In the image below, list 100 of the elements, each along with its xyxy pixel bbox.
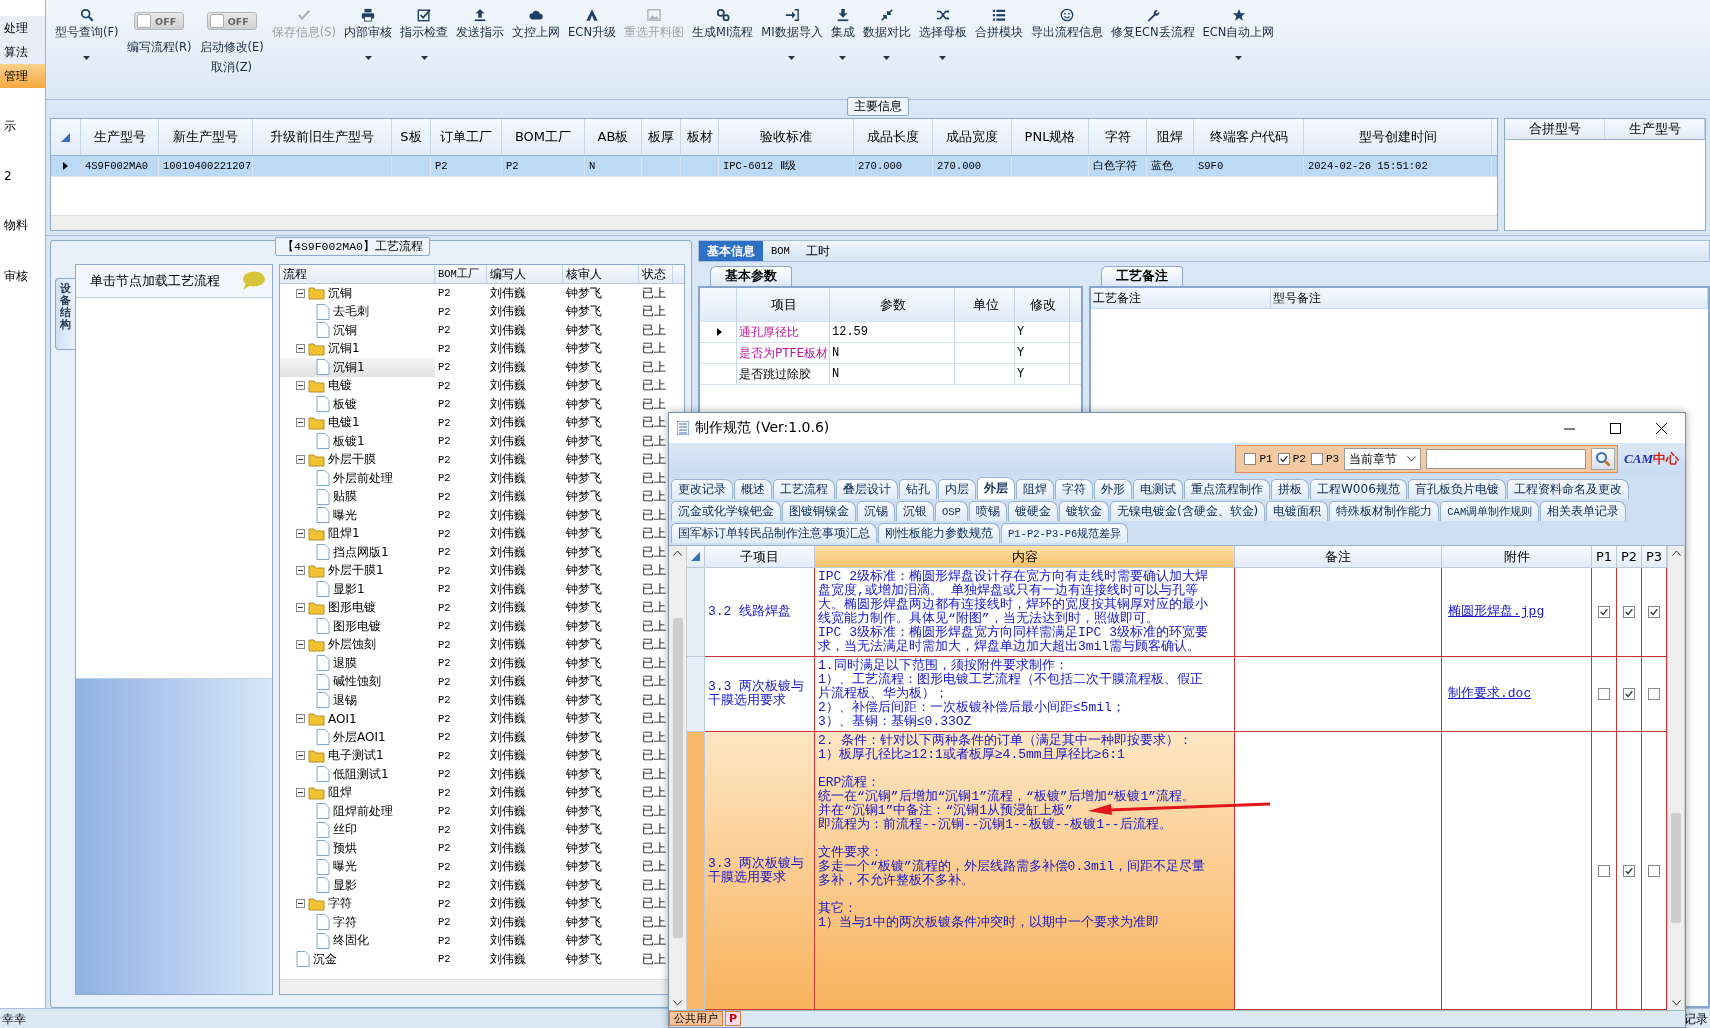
tab[interactable]: 叠层设计: [836, 479, 898, 499]
tab[interactable]: 盲孔板负片电镀: [1407, 479, 1506, 499]
tab[interactable]: 重点流程制作: [1184, 479, 1270, 499]
column-header[interactable]: 型号备注: [1271, 288, 1708, 308]
checkbox[interactable]: [1623, 688, 1635, 700]
column-header[interactable]: 阻焊: [1147, 119, 1194, 155]
column-header[interactable]: 订单工厂: [431, 119, 502, 155]
column-header[interactable]: 升级前旧生产型号: [253, 119, 392, 155]
tree-item[interactable]: 沉铜: [328, 284, 352, 302]
toolbar-button[interactable]: MI数据导入: [758, 6, 826, 42]
panel-tab[interactable]: 基本参数: [710, 266, 792, 286]
chevron-up-icon[interactable]: [1671, 550, 1681, 556]
tree-item[interactable]: 图形电镀: [333, 617, 381, 635]
tab[interactable]: OSP: [935, 501, 968, 521]
tab[interactable]: 外层: [977, 477, 1015, 499]
collapse-icon[interactable]: [296, 344, 305, 354]
tree-item[interactable]: 显影1: [333, 580, 365, 598]
search-field[interactable]: [1426, 449, 1587, 469]
checkbox[interactable]: [1648, 688, 1660, 700]
column-header[interactable]: BOM工厂: [435, 265, 487, 283]
tree-item[interactable]: 电子测试1: [328, 747, 384, 765]
caret-icon[interactable]: [883, 56, 891, 60]
column-header[interactable]: 项目: [737, 288, 830, 321]
tree-item[interactable]: 终固化: [333, 932, 369, 950]
column-header[interactable]: 核审人: [563, 265, 639, 283]
checkbox[interactable]: [1277, 453, 1290, 465]
column-header[interactable]: 子项目: [705, 546, 815, 568]
column-header[interactable]: 参数: [830, 288, 955, 321]
column-header[interactable]: P1: [1592, 546, 1617, 568]
column-header[interactable]: 流程: [280, 265, 435, 283]
tab[interactable]: 基本信息: [699, 241, 763, 261]
column-header[interactable]: PNL规格: [1012, 119, 1089, 155]
toolbar-button[interactable]: 合拼模块: [971, 6, 1026, 42]
collapse-icon[interactable]: [296, 418, 305, 428]
column-header[interactable]: P2: [1617, 546, 1642, 568]
tree-item[interactable]: 字符: [333, 913, 357, 931]
toggle-switch[interactable]: OFF: [206, 12, 257, 30]
column-header[interactable]: P3: [1642, 546, 1667, 568]
tree-item[interactable]: 电镀1: [328, 414, 360, 432]
chevron-down-icon[interactable]: [673, 1000, 682, 1006]
tab[interactable]: 国军标订单转民品制作注意事项汇总: [671, 523, 877, 543]
vertical-scrollbar[interactable]: [1667, 546, 1685, 1010]
column-header[interactable]: 生产型号: [81, 119, 159, 155]
toolbar-button[interactable]: 修复ECN丢流程: [1107, 6, 1198, 42]
column-header[interactable]: 单位: [955, 288, 1015, 321]
column-header[interactable]: 生产型号: [1605, 119, 1705, 139]
tree-item[interactable]: 阻焊前处理: [333, 802, 393, 820]
horizontal-scrollbar[interactable]: [51, 215, 1497, 230]
nav-label[interactable]: 2: [0, 169, 45, 183]
nav-item[interactable]: 管理: [0, 64, 45, 88]
column-header[interactable]: 成品宽度: [933, 119, 1012, 155]
tab[interactable]: 无镍电镀金(含硬金、软金): [1109, 501, 1266, 521]
tab[interactable]: 字符: [1055, 479, 1093, 499]
checkbox[interactable]: [1310, 453, 1323, 465]
tab[interactable]: P1-P2-P3-P6规范差异: [1001, 523, 1129, 543]
tree-item[interactable]: 外层干膜1: [328, 562, 384, 580]
nav-item[interactable]: 算法: [0, 40, 45, 64]
column-header[interactable]: 型号创建时间: [1304, 119, 1492, 155]
collapse-icon[interactable]: [296, 381, 305, 391]
tab[interactable]: BOM: [763, 241, 798, 261]
column-header[interactable]: 板厚: [642, 119, 681, 155]
tree-item[interactable]: 字符: [328, 895, 352, 913]
collapse-icon[interactable]: [296, 603, 305, 613]
tab[interactable]: 工程资料命名及更改: [1506, 479, 1629, 499]
toolbar-button[interactable]: 导出流程信息: [1027, 6, 1106, 42]
tree-item[interactable]: 外层蚀刻: [328, 636, 376, 654]
collapse-icon[interactable]: [296, 788, 305, 798]
checkbox[interactable]: [1648, 606, 1660, 618]
column-header[interactable]: 板材: [681, 119, 719, 155]
search-button[interactable]: [1591, 448, 1616, 470]
toggle-switch[interactable]: OFF: [134, 12, 185, 30]
nav-item[interactable]: 处理: [0, 16, 45, 40]
checkbox[interactable]: [1598, 864, 1610, 877]
tree-item[interactable]: 退膜: [333, 654, 357, 672]
toolbar-button[interactable]: 数据对比: [859, 6, 914, 42]
nav-label[interactable]: 物料: [0, 217, 45, 234]
caret-icon[interactable]: [420, 56, 428, 60]
tree-item[interactable]: 阻焊1: [328, 525, 360, 543]
toolbar-button[interactable]: 集成: [827, 6, 858, 42]
tree-item[interactable]: 预烘: [333, 839, 357, 857]
column-header[interactable]: 备注: [1235, 546, 1442, 568]
column-header[interactable]: 附件: [1442, 546, 1592, 568]
column-header[interactable]: S板: [392, 119, 431, 155]
column-header[interactable]: 编写人: [487, 265, 563, 283]
table-row[interactable]: 4S9F002MA0 10010400221207 P2 P2 N IPC-6012 Ⅱ级 270.000 270.000 白色字符 蓝色 S9F0 2024-02-26 15:51:02: [51, 156, 1497, 177]
toolbar-button[interactable]: 文控上网: [509, 6, 564, 42]
tab[interactable]: 电镀面积: [1266, 501, 1329, 521]
tree-item[interactable]: 去毛刺: [333, 303, 369, 321]
column-header[interactable]: 工艺备注: [1091, 288, 1271, 308]
toolbar-button[interactable]: 指示检查: [397, 6, 452, 42]
checkbox[interactable]: [1598, 606, 1610, 618]
collapse-icon[interactable]: [296, 455, 305, 465]
tree-item[interactable]: 板镀1: [333, 432, 365, 450]
tab[interactable]: 相关表单记录: [1540, 501, 1627, 521]
collapse-icon[interactable]: [296, 566, 305, 576]
tree-item[interactable]: 显影: [333, 876, 357, 894]
tree-item[interactable]: 板镀: [333, 395, 357, 413]
caret-icon[interactable]: [788, 56, 796, 60]
caret-icon[interactable]: [364, 56, 372, 60]
tab[interactable]: 外形: [1094, 479, 1132, 499]
